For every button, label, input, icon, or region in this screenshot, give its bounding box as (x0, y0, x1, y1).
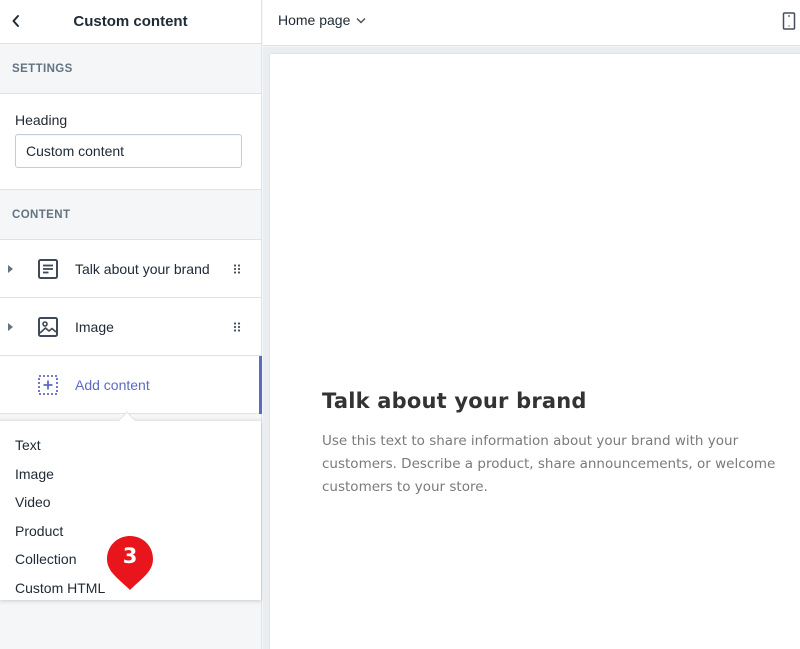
preview-body-text: Use this text to share information about… (322, 433, 776, 495)
content-item-image[interactable]: Image (0, 298, 261, 356)
settings-block: Heading (0, 94, 261, 190)
content-item-label: Image (75, 318, 114, 335)
drag-handle-icon[interactable] (233, 263, 241, 274)
sidebar-title: Custom content (73, 13, 188, 30)
chevron-left-icon (12, 15, 19, 27)
image-icon (38, 316, 58, 337)
step-marker: 3 (104, 534, 156, 592)
content-item-text-block[interactable]: Talk about your brand (0, 240, 261, 298)
heading-field-label: Heading (15, 112, 68, 128)
expand-caret-icon[interactable] (8, 264, 13, 273)
active-indicator (259, 356, 262, 414)
heading-input[interactable] (15, 134, 242, 168)
add-block-icon (38, 374, 58, 395)
content-item-label: Talk about your brand (75, 260, 210, 277)
menu-item-video[interactable]: Video (0, 488, 261, 517)
menu-item-image[interactable]: Image (0, 460, 261, 489)
preview-heading: Talk about your brand (322, 389, 587, 413)
menu-item-text[interactable]: Text (0, 431, 261, 460)
settings-section-label: SETTINGS (0, 44, 261, 94)
text-block-icon (38, 258, 58, 279)
store-preview-frame[interactable]: Talk about your brand Use this text to s… (270, 54, 800, 649)
chevron-down-icon (356, 17, 366, 23)
page-selector[interactable]: Home page (278, 12, 366, 28)
content-section-label: CONTENT (0, 190, 261, 240)
page-selector-label: Home page (278, 12, 351, 28)
add-content-label: Add content (75, 376, 150, 393)
mobile-device-icon[interactable] (782, 12, 796, 30)
back-button[interactable] (8, 10, 24, 32)
step-number: 3 (122, 544, 138, 568)
drag-handle-icon[interactable] (233, 321, 241, 332)
preview-area: Talk about your brand Use this text to s… (263, 47, 800, 649)
top-bar: Home page (263, 0, 800, 46)
sidebar-header: Custom content (0, 0, 261, 44)
expand-caret-icon[interactable] (8, 322, 13, 331)
add-content-button[interactable]: Add content (0, 356, 262, 414)
